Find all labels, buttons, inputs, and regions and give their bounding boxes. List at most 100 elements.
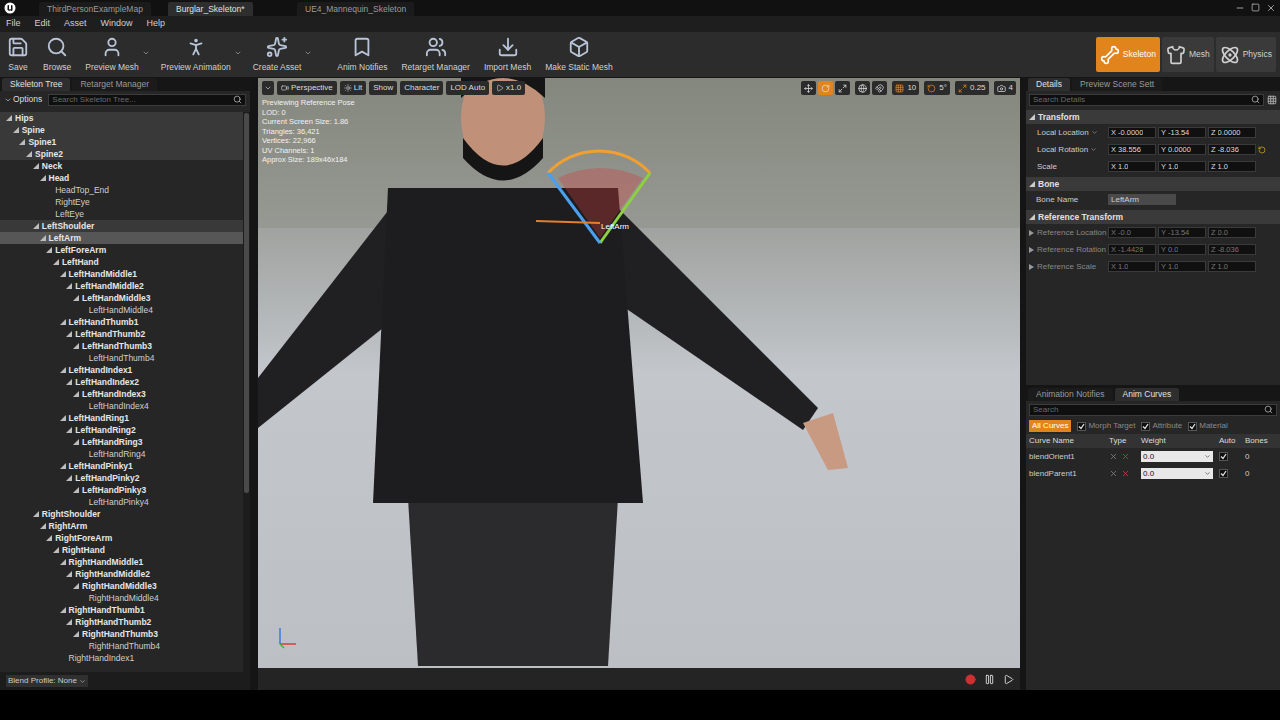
close-icon[interactable] xyxy=(1266,3,1276,13)
viewport[interactable]: PerspectiveLitShowCharacterLOD Autox1.01… xyxy=(258,78,1020,668)
expand-arrow-icon[interactable] xyxy=(46,247,52,253)
expand-arrow-icon[interactable] xyxy=(13,127,19,133)
toolbar-button[interactable]: Anim Notifies xyxy=(334,36,390,74)
minimize-icon[interactable] xyxy=(1235,3,1245,13)
document-tab[interactable]: Burglar_Skeleton* xyxy=(168,2,253,16)
bone-row[interactable]: LeftHandThumb4 xyxy=(0,352,243,364)
transform-tool[interactable] xyxy=(835,81,850,95)
curve-row[interactable]: blendOrient10.00 xyxy=(1026,448,1280,465)
bone-row[interactable]: RightHandMiddle1 xyxy=(0,556,243,568)
expand-arrow-icon[interactable] xyxy=(60,607,66,613)
camera-speed[interactable]: 4 xyxy=(994,81,1016,95)
bone-row[interactable]: RightArm xyxy=(0,520,243,532)
vector-field[interactable]: X38.556 xyxy=(1108,144,1156,155)
transform-tool[interactable] xyxy=(801,81,816,95)
bone-row[interactable]: LeftHandPinky3 xyxy=(0,484,243,496)
section-header[interactable]: Bone xyxy=(1026,177,1280,191)
bone-row[interactable]: Hips xyxy=(0,112,243,124)
bone-row[interactable]: LeftHandIndex4 xyxy=(0,400,243,412)
play-icon[interactable] xyxy=(1003,674,1014,685)
vector-field[interactable]: Y-13.54 xyxy=(1158,127,1206,138)
filter-button[interactable]: All Curves xyxy=(1029,420,1071,432)
vector-field[interactable]: Y1.0 xyxy=(1158,161,1206,172)
toolbar-button[interactable]: Browse xyxy=(40,36,74,74)
section-header[interactable]: Reference Transform xyxy=(1026,210,1280,224)
expand-arrow-icon[interactable] xyxy=(53,547,59,553)
pause-icon[interactable] xyxy=(984,674,995,685)
options-dropdown[interactable]: Options xyxy=(4,93,42,106)
bone-row[interactable]: LeftHandMiddle4 xyxy=(0,304,243,316)
view-options-icon[interactable] xyxy=(1267,95,1277,105)
viewport-button[interactable]: Show xyxy=(369,81,397,95)
dropdown-arrow-icon[interactable] xyxy=(142,49,150,57)
menu-item[interactable]: Asset xyxy=(64,17,87,31)
expand-arrow-icon[interactable] xyxy=(53,259,59,265)
bone-row[interactable]: LeftHandIndex3 xyxy=(0,388,243,400)
dropdown-arrow-icon[interactable] xyxy=(1091,129,1098,136)
mode-button[interactable]: Skeleton xyxy=(1096,37,1160,72)
bone-row[interactable]: LeftHandThumb2 xyxy=(0,328,243,340)
bone-row[interactable]: RightHandMiddle3 xyxy=(0,580,243,592)
expand-arrow-icon[interactable] xyxy=(60,319,66,325)
bone-row[interactable]: LeftHandThumb3 xyxy=(0,340,243,352)
expand-arrow-icon[interactable] xyxy=(1029,264,1034,270)
expand-arrow-icon[interactable] xyxy=(66,379,72,385)
expand-arrow-icon[interactable] xyxy=(73,487,79,493)
toolbar-button[interactable]: Import Mesh xyxy=(481,36,534,74)
panel-tab[interactable]: Animation Notifies xyxy=(1028,388,1113,401)
material-type-icon[interactable] xyxy=(1121,452,1130,461)
bone-row[interactable]: HeadTop_End xyxy=(0,184,243,196)
bone-row[interactable]: LeftShoulder xyxy=(0,220,243,232)
toolbar-button[interactable]: Create Asset xyxy=(250,36,313,74)
toolbar-button[interactable]: Save xyxy=(4,36,32,74)
expand-arrow-icon[interactable] xyxy=(33,511,39,517)
expand-arrow-icon[interactable] xyxy=(73,583,79,589)
filter-checkbox[interactable]: Morph Target xyxy=(1077,420,1135,432)
weight-field[interactable]: 0.0 xyxy=(1141,451,1213,462)
bone-row[interactable]: RightHandIndex1 xyxy=(0,652,243,664)
viewport-button[interactable]: Lit xyxy=(340,81,366,95)
bone-row[interactable]: RightHandThumb3 xyxy=(0,628,243,640)
bone-row[interactable]: RightForeArm xyxy=(0,532,243,544)
bone-row[interactable]: Spine xyxy=(0,124,243,136)
bone-row[interactable]: RightHandThumb1 xyxy=(0,604,243,616)
bone-row[interactable]: RightEye xyxy=(0,196,243,208)
bone-row[interactable]: LeftHandMiddle2 xyxy=(0,280,243,292)
expand-arrow-icon[interactable] xyxy=(60,463,66,469)
bone-row[interactable]: Spine1 xyxy=(0,136,243,148)
bone-row[interactable]: LeftHandRing2 xyxy=(0,424,243,436)
material-type-icon[interactable] xyxy=(1121,469,1130,478)
expand-arrow-icon[interactable] xyxy=(66,571,72,577)
morph-target-type-icon[interactable] xyxy=(1109,452,1118,461)
expand-arrow-icon[interactable] xyxy=(1029,230,1034,236)
curve-row[interactable]: blendParent10.00 xyxy=(1026,465,1280,482)
expand-arrow-icon[interactable] xyxy=(73,439,79,445)
dropdown-arrow-icon[interactable] xyxy=(304,49,312,57)
bone-row[interactable]: LeftHand xyxy=(0,256,243,268)
checkbox[interactable] xyxy=(1141,422,1150,431)
snap-setting[interactable]: 10 xyxy=(892,81,919,95)
panel-tab[interactable]: Preview Scene Sett xyxy=(1072,78,1162,91)
toolbar-button[interactable]: Retarget Manager xyxy=(398,36,473,74)
expand-arrow-icon[interactable] xyxy=(33,163,39,169)
bone-row[interactable]: LeftHandPinky4 xyxy=(0,496,243,508)
viewport-button[interactable]: LOD Auto xyxy=(446,81,489,95)
bone-row[interactable]: LeftHandMiddle3 xyxy=(0,292,243,304)
menu-item[interactable]: Window xyxy=(101,17,133,31)
expand-arrow-icon[interactable] xyxy=(60,367,66,373)
viewport-button[interactable]: x1.0 xyxy=(492,81,525,95)
transform-tool[interactable] xyxy=(818,81,833,95)
panel-tab[interactable]: Anim Curves xyxy=(1115,388,1180,401)
expand-arrow-icon[interactable] xyxy=(40,523,46,529)
panel-tab[interactable]: Skeleton Tree xyxy=(2,78,70,91)
vector-field[interactable]: Z-8.036 xyxy=(1208,144,1256,155)
bone-row[interactable]: LeftHandRing1 xyxy=(0,412,243,424)
bone-row[interactable]: Neck xyxy=(0,160,243,172)
bone-row[interactable]: RightShoulder xyxy=(0,508,243,520)
expand-arrow-icon[interactable] xyxy=(66,331,72,337)
expand-arrow-icon[interactable] xyxy=(73,295,79,301)
bone-row[interactable]: RightHandThumb4 xyxy=(0,640,243,652)
viewport-menu-button[interactable] xyxy=(262,81,274,95)
record-icon[interactable] xyxy=(965,674,976,685)
bone-row[interactable]: Spine2 xyxy=(0,148,243,160)
